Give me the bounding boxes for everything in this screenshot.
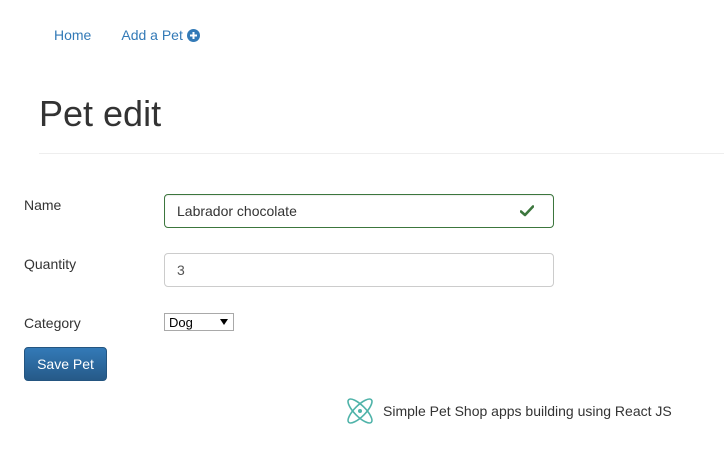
quantity-field[interactable]: 3 [164, 253, 554, 287]
page-title: Pet edit [39, 93, 162, 134]
category-selected-value: Dog [169, 314, 193, 330]
nav-home-link[interactable]: Home [39, 27, 106, 43]
name-value: Labrador chocolate [177, 203, 297, 219]
footer-text: Simple Pet Shop apps building using Reac… [383, 403, 672, 419]
plus-circle-icon [186, 28, 200, 42]
save-pet-label: Save Pet [37, 356, 94, 372]
name-label: Name [24, 197, 62, 213]
nav-home-label: Home [54, 27, 92, 43]
quantity-label: Quantity [24, 256, 77, 272]
react-logo-icon [343, 395, 377, 427]
title-divider [39, 153, 724, 154]
save-pet-button[interactable]: Save Pet [24, 347, 107, 381]
top-nav: Home Add a Pet [39, 0, 215, 70]
category-label: Category [24, 315, 81, 331]
name-field[interactable]: Labrador chocolate [164, 194, 554, 228]
nav-add-pet-label: Add a Pet [121, 27, 183, 43]
nav-add-pet-link[interactable]: Add a Pet [106, 27, 215, 43]
check-icon [519, 203, 535, 219]
footer: Simple Pet Shop apps building using Reac… [343, 395, 672, 427]
chevron-down-icon [218, 319, 230, 325]
quantity-value: 3 [177, 262, 185, 278]
category-select[interactable]: Dog [164, 313, 234, 331]
